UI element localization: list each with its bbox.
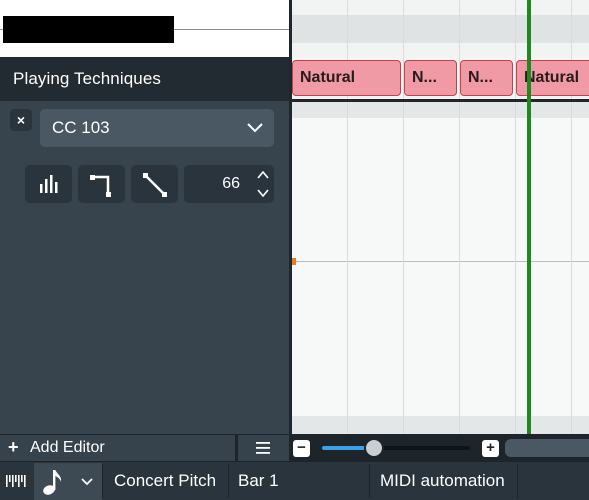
playing-techniques-label: Playing Techniques — [13, 69, 161, 88]
controller-select-value: CC 103 — [52, 118, 110, 137]
note-input-button[interactable] — [34, 463, 102, 500]
bars-tool-button[interactable] — [25, 165, 72, 203]
status-separator — [102, 464, 103, 498]
eighth-note-icon — [43, 470, 62, 495]
technique-block[interactable]: N... — [460, 60, 513, 96]
close-icon: × — [16, 112, 26, 128]
zoom-out-button[interactable]: − — [293, 440, 310, 457]
plus-icon: + — [8, 437, 19, 457]
automation-bottom-band — [292, 416, 589, 434]
horizontal-scrollbar[interactable] — [505, 439, 589, 457]
automation-editor-canvas[interactable] — [292, 102, 589, 434]
step-line-icon — [90, 175, 111, 197]
automation-value-line — [292, 261, 589, 262]
zoom-slider-thumb[interactable] — [364, 438, 384, 458]
status-separator — [517, 464, 518, 498]
value-stepper[interactable]: 66 — [184, 165, 274, 203]
concert-pitch-status[interactable]: Concert Pitch — [114, 471, 216, 491]
close-editor-button[interactable]: × — [10, 109, 32, 131]
add-editor-button[interactable]: + Add Editor — [0, 435, 235, 461]
linear-line-icon — [143, 173, 167, 197]
linear-tool-button[interactable] — [131, 165, 178, 203]
technique-block[interactable]: N... — [404, 60, 457, 96]
zoom-in-button[interactable]: + — [482, 440, 499, 457]
upper-track-band — [292, 15, 589, 43]
chevron-down-icon[interactable] — [255, 185, 271, 201]
chevron-up-icon[interactable] — [255, 167, 271, 183]
mode-status: MIDI automation — [380, 471, 505, 490]
technique-block[interactable]: Natural — [292, 60, 401, 96]
bar-graph-icon — [40, 175, 58, 193]
controller-select[interactable]: CC 103 — [40, 109, 274, 147]
panel-splitter[interactable] — [289, 0, 292, 434]
automation-top-band — [292, 102, 589, 118]
value-stepper-value: 66 — [222, 175, 240, 192]
bar-position-status: Bar 1 — [238, 471, 279, 490]
piano-keys-icon[interactable] — [6, 475, 26, 487]
playhead[interactable] — [527, 0, 531, 434]
editor-menu-button[interactable] — [238, 435, 289, 461]
automation-point-marker[interactable] — [292, 258, 296, 265]
automation-editor-panel — [0, 101, 289, 434]
playing-techniques-header[interactable]: Playing Techniques — [0, 57, 289, 101]
redacted-track-name — [3, 16, 174, 43]
hamburger-menu-icon — [256, 442, 270, 454]
chevron-down-icon — [81, 478, 93, 486]
status-separator — [369, 464, 370, 498]
add-editor-label: Add Editor — [30, 439, 105, 456]
status-separator — [228, 464, 229, 498]
chevron-down-icon — [247, 123, 263, 133]
lane-divider — [292, 99, 589, 102]
step-tool-button[interactable] — [78, 165, 125, 203]
